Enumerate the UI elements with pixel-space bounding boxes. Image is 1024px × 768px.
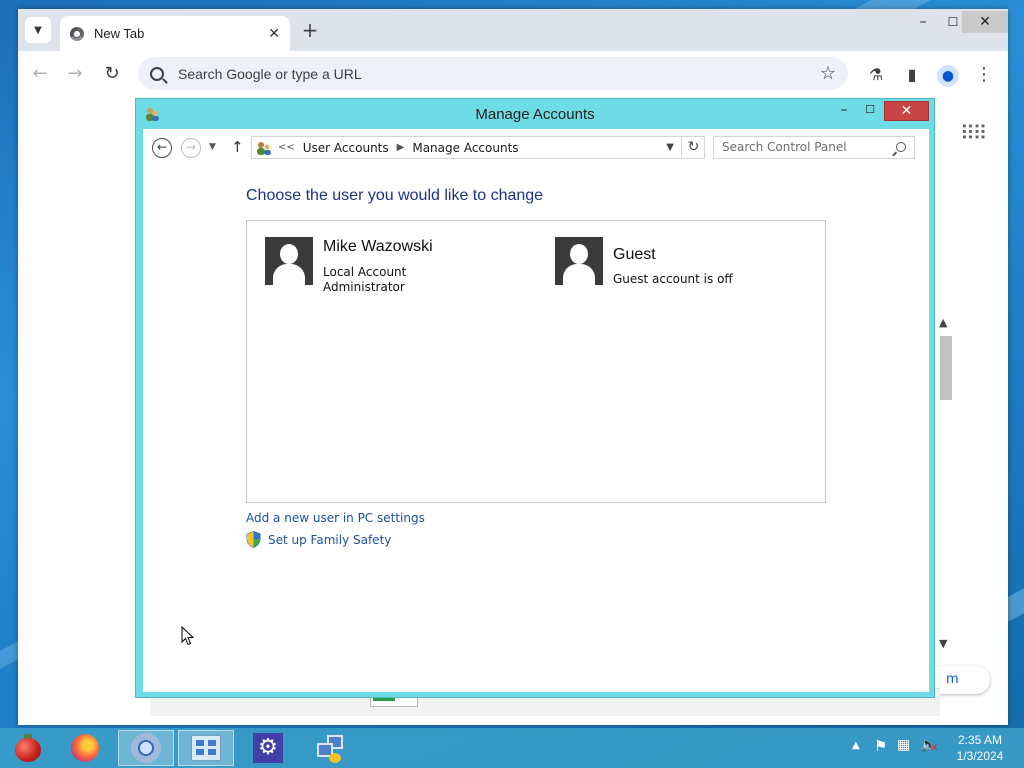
tab-search-button[interactable]: ▼ — [25, 17, 51, 43]
add-user-link[interactable]: Add a new user in PC settings — [246, 511, 425, 525]
scrollbar[interactable]: ▲ ▼ — [938, 314, 952, 650]
back-button[interactable]: ← — [28, 63, 52, 87]
close-window-button[interactable]: ✕ — [962, 11, 1008, 33]
taskbar-app-settings[interactable]: ⚙ — [240, 730, 296, 766]
control-panel-icon — [191, 735, 221, 761]
tab-strip: ▼ New Tab ✕ + – ☐ ✕ — [18, 9, 1008, 51]
tab-title: New Tab — [94, 26, 145, 41]
chrome-favicon-icon — [70, 26, 84, 41]
refresh-icon[interactable]: ↻ — [681, 136, 705, 159]
breadcrumb-manage-accounts[interactable]: Manage Accounts — [412, 141, 518, 155]
breadcrumb-user-accounts[interactable]: User Accounts — [303, 141, 389, 155]
search-placeholder: Search Control Panel — [722, 140, 847, 154]
shield-icon — [246, 531, 261, 548]
up-arrow-icon[interactable]: ↑ — [231, 138, 244, 156]
taskbar-app-ornament[interactable] — [0, 730, 56, 766]
window-title: Manage Accounts — [475, 106, 595, 123]
tab-new-tab[interactable]: New Tab ✕ — [60, 16, 290, 51]
close-button[interactable]: ✕ — [884, 101, 929, 121]
clock-date: 1/3/2024 — [956, 749, 1004, 763]
taskbar: ⚙ ▲ ⚑ ▦ 🔈 ✕ 2:35 AM 1/3/2024 — [0, 728, 1024, 768]
browser-toolbar: ← → ↻ Search Google or type a URL ☆ ⚗ ▮ … — [18, 51, 1008, 97]
account-type: Local Account — [323, 265, 407, 279]
forward-arrow-icon[interactable]: → — [181, 138, 201, 158]
search-control-panel-input[interactable]: Search Control Panel — [713, 136, 915, 159]
window-content: ← → ▼ ↑ << User Accounts ▶ Manage Accoun… — [143, 129, 929, 692]
scroll-thumb[interactable] — [940, 336, 952, 400]
search-icon — [150, 66, 164, 81]
new-tab-button[interactable]: + — [298, 19, 322, 43]
chevron-right-icon[interactable]: ▶ — [397, 142, 405, 153]
address-row: ← → ▼ ↑ << User Accounts ▶ Manage Accoun… — [143, 129, 929, 169]
avatar-icon: ● — [937, 65, 959, 87]
page-title: Choose the user you would like to change — [246, 187, 544, 204]
taskbar-app-firefox[interactable] — [57, 730, 113, 766]
show-hidden-icons-icon[interactable]: ▲ — [852, 740, 860, 768]
account-status: Guest account is off — [613, 272, 733, 286]
apps-grid-icon[interactable]: ⠿⠿ — [960, 121, 987, 145]
taskbar-app-control-panel[interactable] — [178, 730, 234, 766]
labs-flask-icon[interactable]: ⚗ — [864, 63, 888, 87]
scroll-up-icon[interactable]: ▲ — [939, 316, 947, 329]
account-role: Administrator — [323, 280, 405, 294]
clock-time: 2:35 AM — [957, 733, 1003, 747]
omnibox-placeholder: Search Google or type a URL — [178, 65, 362, 82]
forward-button[interactable]: → — [63, 63, 87, 87]
system-clock[interactable]: 2:35 AM 1/3/2024 — [952, 732, 1008, 764]
title-bar[interactable]: Manage Accounts – ☐ ✕ — [136, 99, 934, 129]
taskbar-app-network[interactable] — [302, 730, 358, 766]
account-name: Guest — [613, 246, 656, 263]
scroll-down-icon[interactable]: ▼ — [939, 637, 947, 650]
ornament-icon — [15, 734, 41, 762]
action-center-flag-icon[interactable]: ⚑ — [874, 737, 887, 768]
network-tray-icon[interactable]: ▦ — [897, 737, 910, 768]
recent-locations-icon[interactable]: ▼ — [209, 142, 216, 152]
search-icon[interactable] — [896, 142, 906, 152]
breadcrumb-overflow[interactable]: << — [278, 142, 295, 153]
gear-icon: ⚙ — [253, 733, 283, 763]
close-tab-icon[interactable]: ✕ — [268, 26, 280, 42]
address-dropdown-icon[interactable]: ▼ — [666, 142, 674, 153]
reload-button[interactable]: ↻ — [100, 63, 124, 87]
maximize-button[interactable]: ☐ — [858, 101, 882, 121]
volume-muted-icon[interactable]: 🔈 ✕ — [920, 737, 938, 768]
family-safety-link[interactable]: Set up Family Safety — [268, 533, 391, 547]
taskbar-app-chrome[interactable] — [118, 730, 174, 766]
chrome-icon — [131, 733, 161, 763]
account-name: Mike Wazowski — [323, 238, 433, 255]
chevron-down-icon: ▼ — [34, 24, 42, 36]
side-panel-icon[interactable]: ▮ — [900, 63, 924, 87]
user-avatar-icon — [265, 237, 313, 285]
back-arrow-icon[interactable]: ← — [152, 138, 172, 158]
accounts-list: Mike Wazowski Local Account Administrato… — [246, 220, 826, 503]
account-tile[interactable]: Mike Wazowski Local Account Administrato… — [265, 237, 535, 294]
omnibox[interactable]: Search Google or type a URL ☆ — [138, 57, 848, 90]
firefox-icon — [71, 734, 99, 762]
kebab-menu-icon[interactable]: ⋮ — [972, 63, 996, 87]
bookmark-star-icon[interactable]: ☆ — [820, 63, 836, 84]
minimize-button[interactable]: – — [832, 101, 856, 121]
user-avatar-icon — [555, 237, 603, 285]
account-tile[interactable]: Guest Guest account is off — [555, 237, 825, 289]
user-accounts-icon — [257, 141, 271, 155]
mouse-cursor-icon — [181, 626, 195, 646]
manage-accounts-window: Manage Accounts – ☐ ✕ ← → ▼ ↑ << User Ac… — [135, 98, 935, 698]
profile-button[interactable]: ● — [936, 63, 960, 87]
breadcrumb[interactable]: << User Accounts ▶ Manage Accounts ▼ — [251, 136, 705, 159]
network-icon — [315, 733, 345, 763]
